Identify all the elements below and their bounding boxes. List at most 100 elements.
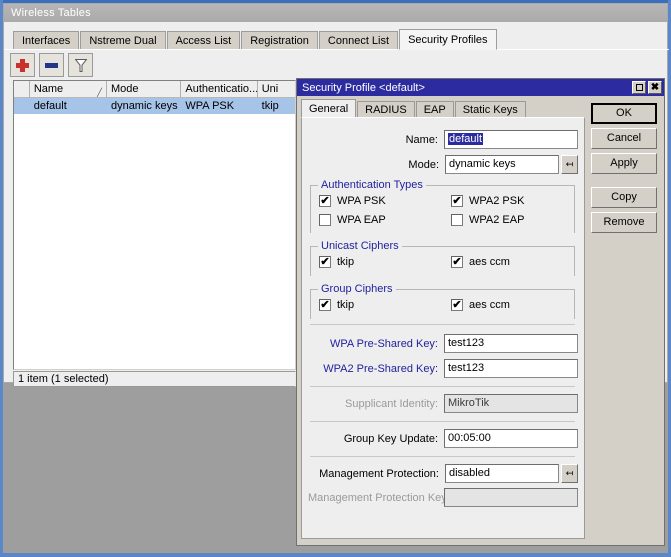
chevron-down-icon: ↤ [565, 159, 574, 169]
separator-4 [310, 456, 575, 457]
wpa-psk-checkbox[interactable]: ✔ [319, 195, 331, 207]
unicast-aes-ccm-checkbox[interactable]: ✔ [451, 256, 463, 268]
close-button[interactable]: ✖ [648, 81, 662, 94]
checkbox-unicast-tkip[interactable]: ✔ tkip [319, 255, 354, 269]
wpa-preshared-key-label: WPA Pre-Shared Key: [329, 337, 438, 350]
filter-button[interactable] [68, 53, 93, 77]
row-cell-unicast: tkip [261, 100, 279, 112]
checkbox-wpa2-psk[interactable]: ✔ WPA2 PSK [451, 194, 524, 208]
tab-connect-list[interactable]: Connect List [318, 31, 399, 50]
supplicant-identity-input[interactable]: MikroTik [444, 394, 578, 413]
general-tab-panel: Name: default Mode: dynamic keys ↤ Authe… [301, 117, 585, 539]
checkbox-wpa-eap[interactable]: ✔ WPA EAP [319, 213, 386, 227]
wpa-preshared-key-input[interactable]: test123 [444, 334, 578, 353]
sort-indicator-icon: ╱ [97, 88, 102, 97]
name-label: Name: [405, 133, 438, 146]
security-profiles-table: Name ╱ Mode Authenticatio... Uni default… [13, 80, 296, 370]
management-protection-key-row: Management Protection Key: [302, 488, 578, 507]
separator-1 [310, 324, 575, 325]
chevron-down-icon: ↤ [565, 468, 574, 478]
checkbox-wpa2-eap[interactable]: ✔ WPA2 EAP [451, 213, 524, 227]
wpa-eap-checkbox[interactable]: ✔ [319, 214, 331, 226]
mode-label: Mode: [408, 158, 439, 171]
group-key-update-input[interactable]: 00:05:00 [444, 429, 578, 448]
mode-dropdown-button[interactable]: ↤ [561, 155, 578, 174]
remove-button-dialog[interactable]: Remove [591, 212, 657, 233]
wpa2-preshared-key-input[interactable]: test123 [444, 359, 578, 378]
row-cell-name: default [33, 100, 67, 112]
dialog-tab-radius[interactable]: RADIUS [357, 101, 415, 118]
name-input[interactable]: default [444, 130, 578, 149]
table-row[interactable]: default dynamic keys WPA PSK tkip [14, 98, 295, 114]
checkbox-group-aes-ccm[interactable]: ✔ aes ccm [451, 298, 510, 312]
remove-button[interactable] [39, 53, 64, 77]
tab-access-list[interactable]: Access List [166, 31, 241, 50]
mode-dropdown[interactable]: dynamic keys ↤ [445, 155, 578, 174]
supplicant-identity-row: Supplicant Identity: MikroTik [302, 394, 578, 413]
cancel-button[interactable]: Cancel [591, 128, 657, 149]
maximize-button[interactable] [632, 81, 646, 94]
management-protection-dropdown[interactable]: disabled ↤ [445, 464, 578, 483]
unicast-tkip-label: tkip [337, 256, 355, 268]
column-header-authentication[interactable]: Authenticatio... [181, 81, 258, 97]
tab-strip-filler [497, 30, 669, 50]
management-protection-key-input[interactable] [444, 488, 578, 507]
management-protection-dropdown-button[interactable]: ↤ [561, 464, 578, 483]
dialog-tab-general[interactable]: General [301, 99, 357, 118]
tab-nstreme-dual[interactable]: Nstreme Dual [80, 31, 166, 50]
wpa2-psk-checkbox[interactable]: ✔ [451, 195, 463, 207]
column-header-unicast[interactable]: Uni [257, 81, 295, 97]
tab-registration[interactable]: Registration [241, 31, 318, 50]
mode-select-value[interactable]: dynamic keys [445, 155, 559, 174]
wpa-eap-label: WPA EAP [337, 214, 386, 226]
check-icon: ✔ [320, 194, 330, 207]
dialog-title: Security Profile <default> [302, 81, 425, 94]
wireless-tab-strip: Interfaces Nstreme Dual Access List Regi… [4, 28, 669, 50]
checkbox-unicast-aes-ccm[interactable]: ✔ aes ccm [451, 255, 510, 269]
group-ciphers-title: Group Ciphers [318, 283, 396, 295]
unicast-aes-ccm-label: aes ccm [469, 256, 510, 268]
group-tkip-label: tkip [337, 299, 355, 311]
separator-2 [310, 386, 575, 387]
status-bar: 1 item (1 selected) [13, 371, 296, 387]
name-row: Name: default [302, 130, 578, 149]
checkbox-wpa-psk[interactable]: ✔ WPA PSK [319, 194, 386, 208]
management-protection-key-label: Management Protection Key: [308, 491, 450, 504]
ok-button[interactable]: OK [591, 103, 657, 124]
column-header-mode[interactable]: Mode [107, 81, 182, 97]
group-aes-ccm-label: aes ccm [469, 299, 510, 311]
funnel-icon [74, 58, 87, 72]
wireless-tables-titlebar[interactable]: Wireless Tables [4, 4, 667, 22]
unicast-tkip-checkbox[interactable]: ✔ [319, 256, 331, 268]
tab-interfaces[interactable]: Interfaces [13, 31, 80, 50]
separator-3 [310, 421, 575, 422]
name-input-value: default [448, 133, 484, 145]
group-ciphers-group: Group Ciphers ✔ tkip ✔ aes ccm [310, 283, 575, 319]
table-body: default dynamic keys WPA PSK tkip [14, 98, 295, 114]
group-tkip-checkbox[interactable]: ✔ [319, 299, 331, 311]
group-aes-ccm-checkbox[interactable]: ✔ [451, 299, 463, 311]
wpa2-eap-checkbox[interactable]: ✔ [451, 214, 463, 226]
dialog-button-column: OK Cancel Apply Copy Remove [591, 103, 657, 237]
checkbox-group-tkip[interactable]: ✔ tkip [319, 298, 354, 312]
management-protection-row: Management Protection: disabled ↤ [302, 464, 578, 483]
wireless-toolbar [10, 52, 93, 78]
row-cell-authentication: WPA PSK [185, 100, 235, 112]
copy-button[interactable]: Copy [591, 187, 657, 208]
apply-button[interactable]: Apply [591, 153, 657, 174]
dialog-titlebar[interactable]: Security Profile <default> ✖ [297, 79, 664, 96]
column-header-gutter[interactable] [14, 81, 30, 97]
group-key-update-label: Group Key Update: [343, 432, 438, 445]
wireless-tables-title: Wireless Tables [11, 7, 91, 19]
dialog-tab-static-keys[interactable]: Static Keys [454, 101, 526, 118]
management-protection-value[interactable]: disabled [445, 464, 559, 483]
wpa2-eap-label: WPA2 EAP [469, 214, 525, 226]
group-key-update-row: Group Key Update: 00:05:00 [302, 429, 578, 448]
tab-security-profiles[interactable]: Security Profiles [399, 29, 497, 50]
add-button[interactable] [10, 53, 35, 77]
check-icon: ✔ [320, 298, 330, 311]
dialog-tab-eap[interactable]: EAP [415, 101, 454, 118]
wpa2-psk-label: WPA2 PSK [469, 195, 525, 207]
column-header-name[interactable]: Name ╱ [29, 81, 107, 97]
unicast-ciphers-group: Unicast Ciphers ✔ tkip ✔ aes ccm [310, 240, 575, 276]
